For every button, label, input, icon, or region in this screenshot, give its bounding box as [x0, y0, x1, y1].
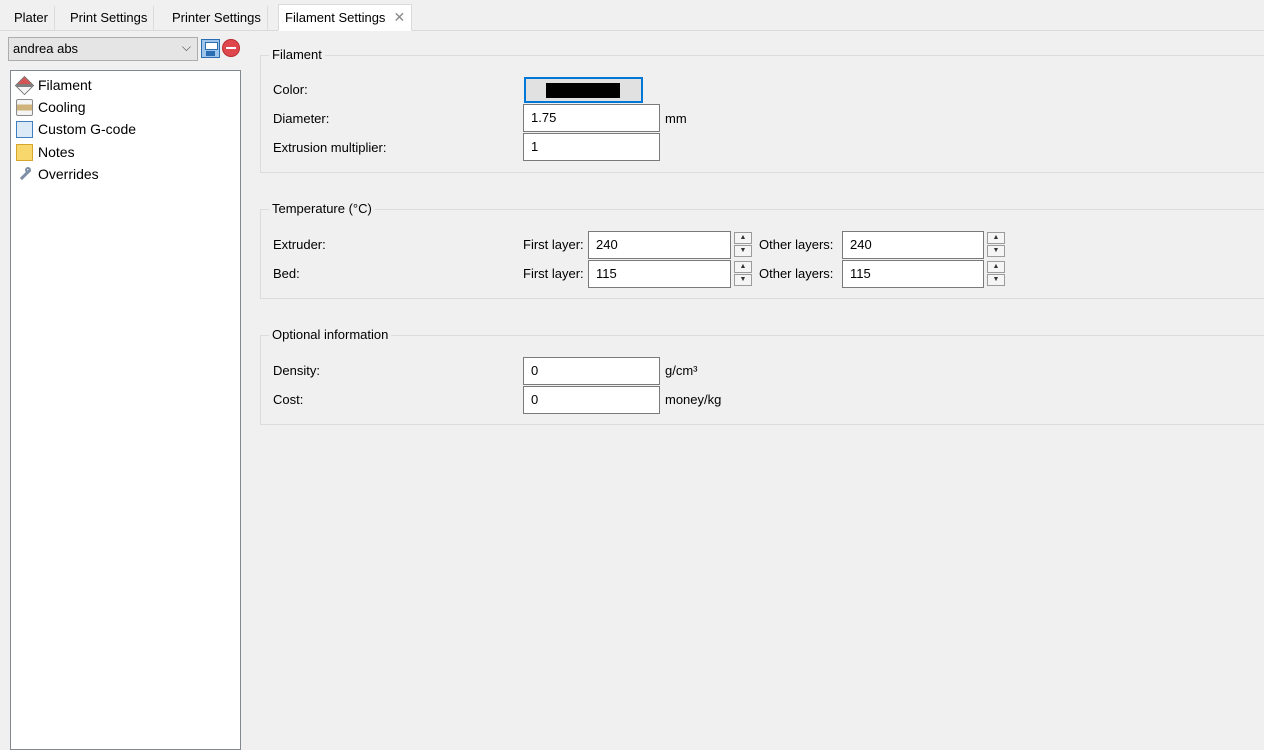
cost-label: Cost: [273, 392, 304, 407]
hourglass-icon [16, 98, 33, 116]
tree-item-cooling[interactable]: Cooling [16, 97, 85, 118]
tab-bar: Plater Print Settings Printer Settings F… [0, 0, 1264, 31]
tree-item-label: Cooling [38, 99, 86, 115]
spin-up-icon[interactable]: ▲ [734, 232, 752, 244]
spin-up-icon[interactable]: ▲ [987, 261, 1005, 273]
filament-icon [14, 75, 35, 95]
other-layers-label: Other layers: [759, 266, 834, 281]
tree-item-custom-gcode[interactable]: Custom G-code [16, 119, 136, 140]
spin-down-icon[interactable]: ▼ [987, 274, 1005, 286]
spin-down-icon[interactable]: ▼ [734, 245, 752, 257]
cost-unit: money/kg [665, 392, 722, 407]
chevron-down-icon: ⌵ [181, 40, 191, 54]
diameter-input[interactable]: 1.75 [523, 104, 660, 132]
bed-first-layer-spinner[interactable]: ▲ ▼ [734, 261, 752, 287]
settings-tree: Filament Cooling Custom G-code Notes Ove… [10, 70, 241, 750]
color-label: Color: [273, 82, 308, 97]
spin-down-icon[interactable]: ▼ [734, 274, 752, 286]
bed-other-layers-spinner[interactable]: ▲ ▼ [987, 261, 1005, 287]
wrench-icon [16, 166, 33, 183]
density-input[interactable]: 0 [523, 357, 660, 385]
color-swatch [546, 83, 620, 98]
tab-filament-settings[interactable]: Filament Settings ✕ [278, 4, 413, 31]
extrusion-multiplier-input[interactable]: 1 [523, 133, 660, 161]
tree-item-overrides[interactable]: Overrides [16, 164, 99, 185]
optional-info-group: Optional information [260, 327, 1264, 425]
tab-label: Printer Settings [172, 10, 261, 25]
spin-up-icon[interactable]: ▲ [734, 261, 752, 273]
extrusion-multiplier-label: Extrusion multiplier: [273, 140, 387, 155]
tree-item-label: Filament [38, 77, 92, 93]
density-unit: g/cm³ [665, 363, 698, 378]
bed-first-layer-input[interactable]: 115 [588, 260, 731, 288]
tab-plater[interactable]: Plater [8, 6, 55, 30]
close-icon[interactable]: ✕ [393, 5, 405, 29]
extruder-other-layers-spinner[interactable]: ▲ ▼ [987, 232, 1005, 258]
diameter-unit: mm [665, 111, 687, 126]
save-icon[interactable] [201, 39, 220, 58]
group-title: Optional information [269, 327, 392, 343]
cost-input[interactable]: 0 [523, 386, 660, 414]
first-layer-label: First layer: [523, 266, 584, 281]
scroll-icon [16, 120, 33, 138]
spin-up-icon[interactable]: ▲ [987, 232, 1005, 244]
other-layers-label: Other layers: [759, 237, 834, 252]
spin-down-icon[interactable]: ▼ [987, 245, 1005, 257]
extruder-first-layer-input[interactable]: 240 [588, 231, 731, 259]
note-icon [16, 143, 33, 161]
extruder-other-layers-input[interactable]: 240 [842, 231, 984, 259]
group-title: Filament [269, 47, 325, 63]
group-title: Temperature (°C) [269, 201, 375, 217]
tree-item-label: Custom G-code [38, 121, 137, 137]
tree-item-label: Notes [38, 144, 75, 160]
tab-label: Filament Settings [285, 10, 386, 25]
tree-item-filament[interactable]: Filament [14, 75, 92, 96]
filament-group: Filament [260, 47, 1264, 173]
extruder-first-layer-spinner[interactable]: ▲ ▼ [734, 232, 752, 258]
preset-select[interactable]: andrea abs ⌵ [8, 37, 198, 61]
delete-icon[interactable] [222, 39, 240, 57]
density-label: Density: [273, 363, 320, 378]
tab-printer-settings[interactable]: Printer Settings [166, 6, 268, 30]
extruder-label: Extruder: [273, 237, 326, 252]
bed-label: Bed: [273, 266, 300, 281]
tab-print-settings[interactable]: Print Settings [64, 6, 155, 30]
color-picker-button[interactable] [524, 77, 643, 103]
temperature-group: Temperature (°C) [260, 201, 1264, 299]
diameter-label: Diameter: [273, 111, 330, 126]
bed-other-layers-input[interactable]: 115 [842, 260, 984, 288]
tree-item-notes[interactable]: Notes [16, 142, 75, 163]
tab-label: Print Settings [70, 10, 148, 25]
tree-item-label: Overrides [38, 166, 99, 182]
tab-label: Plater [14, 10, 48, 25]
preset-value: andrea abs [13, 41, 79, 56]
first-layer-label: First layer: [523, 237, 584, 252]
